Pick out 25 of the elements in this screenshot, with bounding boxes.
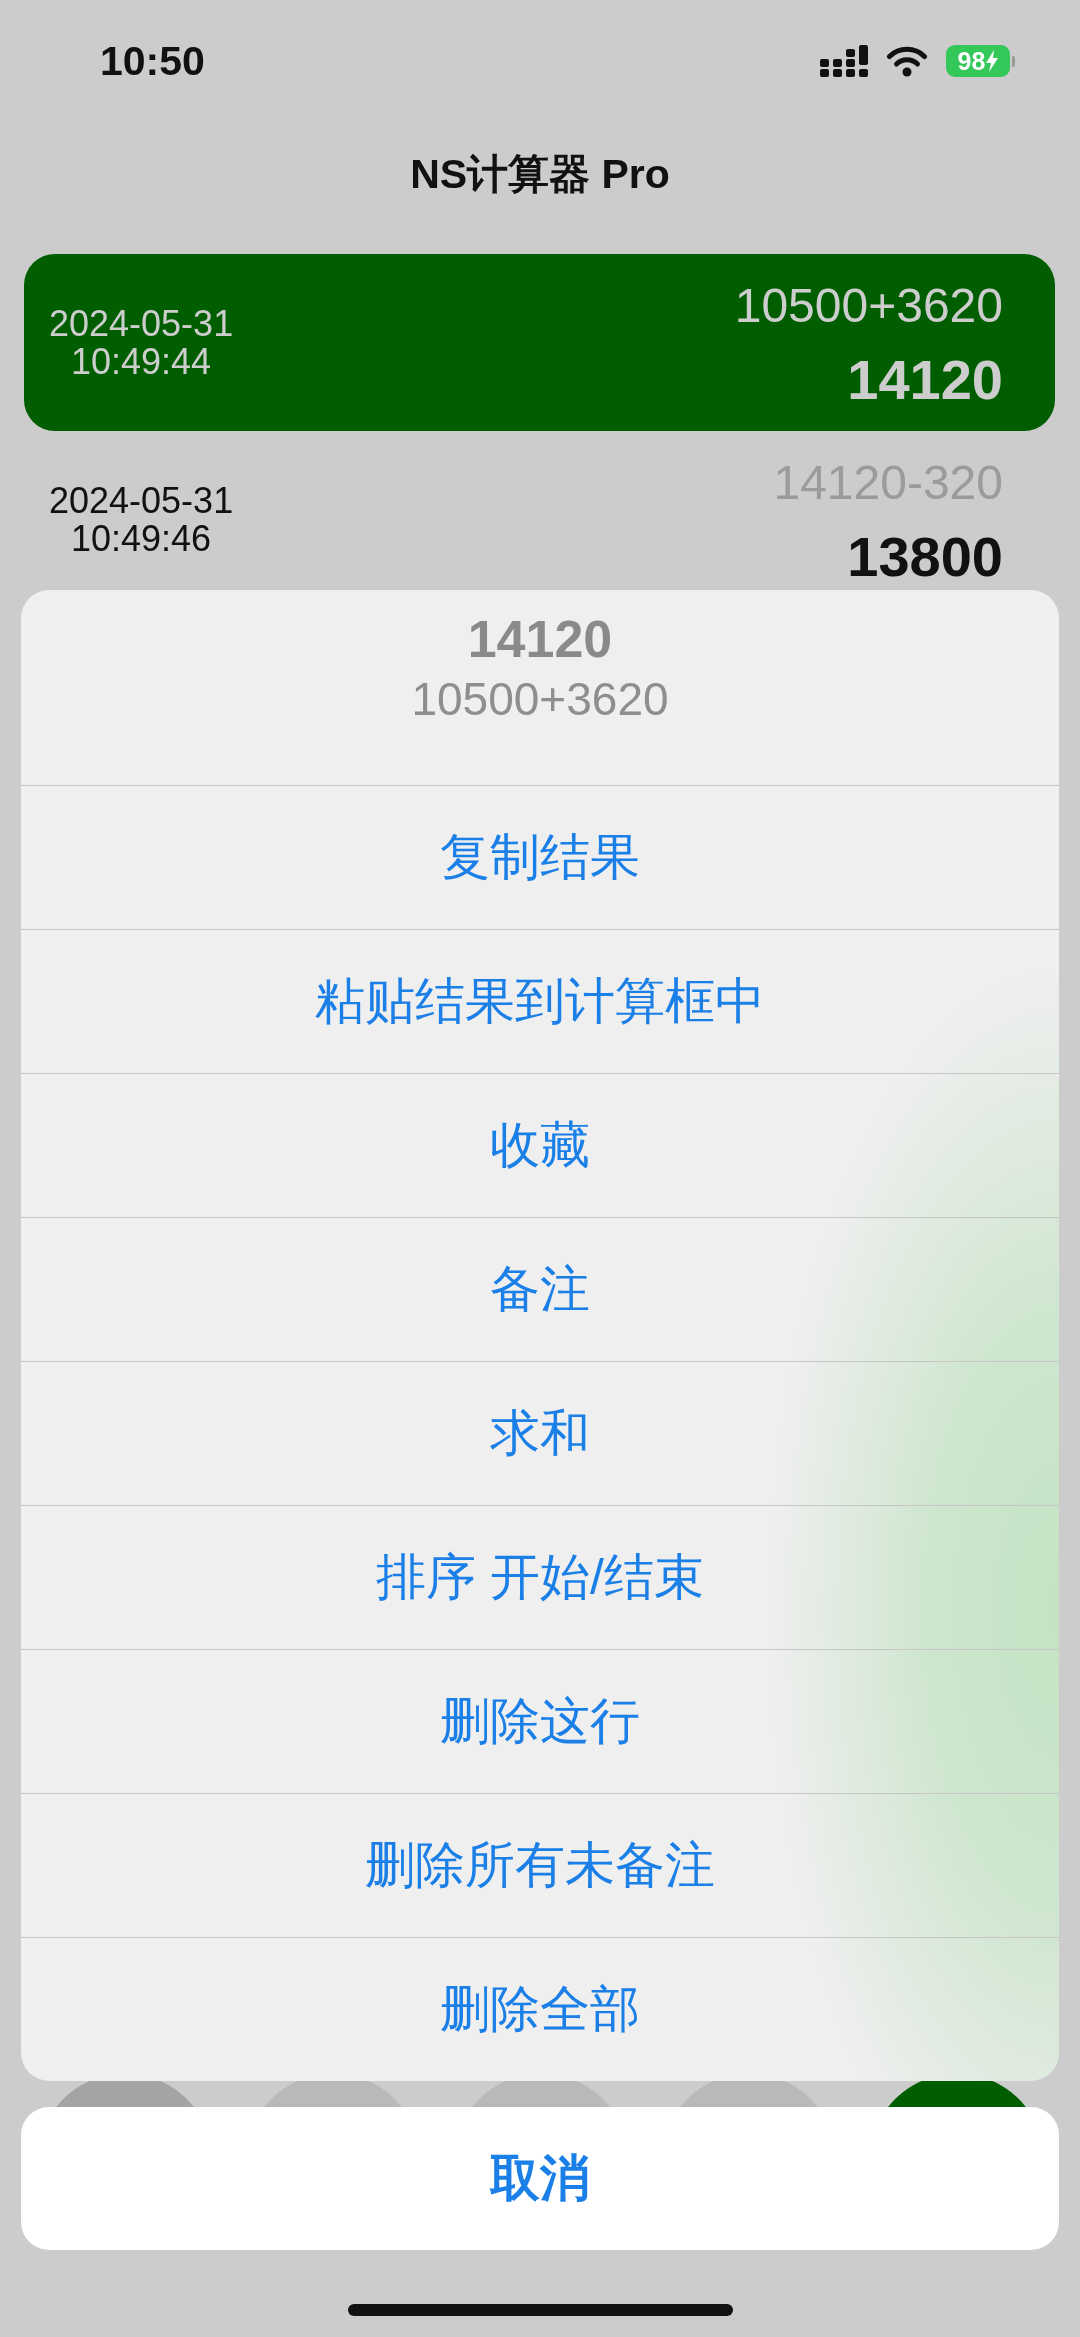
action-button[interactable]: 粘贴结果到计算框中 [21, 929, 1059, 1073]
cancel-button[interactable]: 取消 [21, 2107, 1059, 2250]
action-button[interactable]: 备注 [21, 1217, 1059, 1361]
entry-expression: 10500+3620 [734, 278, 1003, 334]
action-button[interactable]: 删除全部 [21, 1937, 1059, 2081]
wifi-icon [886, 45, 928, 77]
entry-result: 14120 [847, 347, 1003, 413]
entry-result: 13800 [847, 524, 1003, 590]
action-button[interactable]: 排序 开始/结束 [21, 1505, 1059, 1649]
entry-time: 10:49:44 [71, 342, 212, 381]
sheet-message: 10500+3620 [411, 672, 669, 727]
action-button[interactable]: 收藏 [21, 1073, 1059, 1217]
signal-icon [820, 45, 868, 77]
sheet-title: 14120 [467, 609, 613, 670]
entry-date: 2024-05-31 [49, 481, 234, 520]
action-button[interactable]: 删除这行 [21, 1649, 1059, 1793]
action-button[interactable]: 删除所有未备注 [21, 1793, 1059, 1937]
status-time: 10:50 [100, 40, 205, 82]
app-title: NS计算器 Pro [410, 150, 670, 200]
entry-time: 10:49:46 [71, 519, 212, 558]
entry-date: 2024-05-31 [49, 304, 234, 343]
action-button[interactable]: 复制结果 [21, 785, 1059, 929]
history-row[interactable]: 2024-05-31 10:49:44 10500+3620 14120 [24, 254, 1055, 431]
battery-percentage: 98 [957, 48, 986, 74]
action-button[interactable]: 求和 [21, 1361, 1059, 1505]
